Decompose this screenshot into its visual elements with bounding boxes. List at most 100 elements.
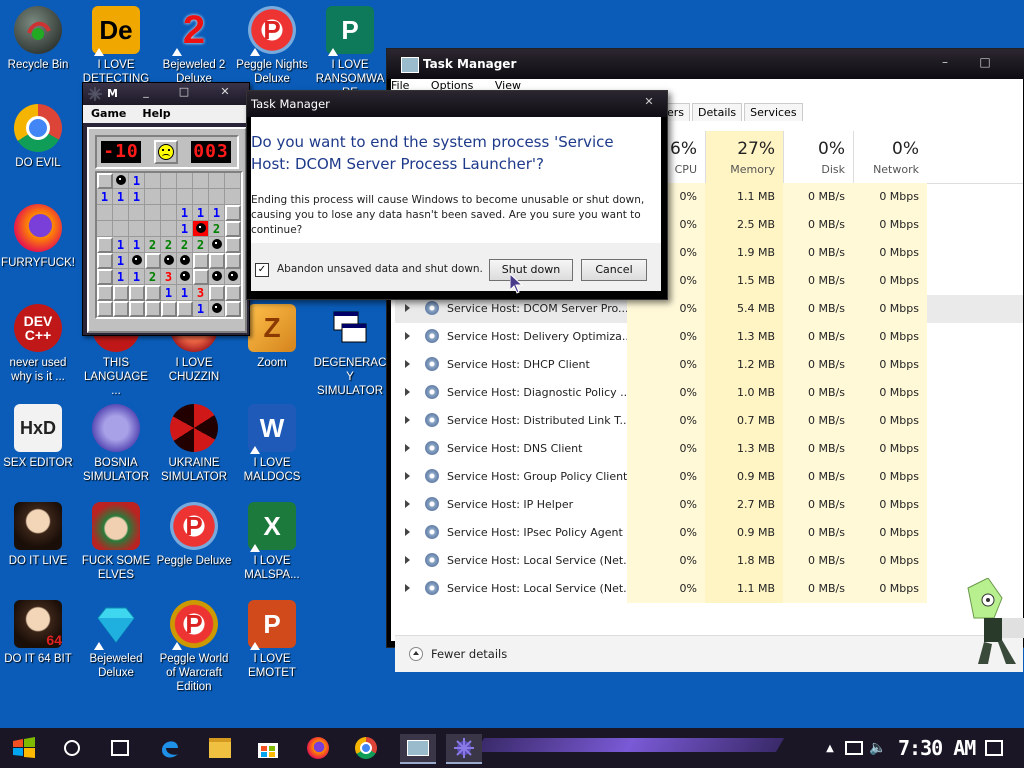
desktop-icon-do-it-64-bit[interactable]: 64 DO IT 64 BIT [0, 600, 76, 692]
desktop-icon-i-love-malspam[interactable]: X I LOVE MALSPA... [234, 502, 310, 594]
dialog-close-button[interactable]: ✕ [637, 95, 661, 111]
desktop-icon-i-love-maldocs[interactable]: W I LOVE MALDOCS [234, 404, 310, 496]
hidden-cell[interactable] [129, 285, 145, 301]
volume-tray-icon[interactable]: 🔈 [868, 734, 888, 762]
empty-cell[interactable] [225, 173, 241, 189]
empty-cell[interactable] [177, 189, 193, 205]
number-cell[interactable]: 1 [177, 285, 193, 301]
hidden-cell[interactable] [97, 253, 113, 269]
number-cell[interactable]: 2 [209, 221, 225, 237]
empty-cell[interactable] [129, 221, 145, 237]
desktop-icon-bejeweled-deluxe[interactable]: Bejeweled Deluxe [78, 600, 154, 692]
number-cell[interactable]: 1 [209, 205, 225, 221]
action-center-button[interactable] [980, 734, 1008, 762]
number-cell[interactable]: 1 [113, 253, 129, 269]
process-row[interactable]: Service Host: Diagnostic Policy ... 0% 1.0… [395, 379, 1023, 407]
taskbar-chrome[interactable] [352, 734, 380, 762]
taskbar-minesweeper[interactable] [446, 734, 482, 764]
task-manager-titlebar[interactable]: Task Manager – □ [387, 49, 1024, 79]
mine-cell[interactable] [177, 269, 193, 285]
empty-cell[interactable] [193, 189, 209, 205]
hidden-cell[interactable] [225, 253, 241, 269]
mine-cell[interactable] [129, 253, 145, 269]
number-cell[interactable]: 1 [177, 221, 193, 237]
desktop-icon-i-love-ransomware[interactable]: P I LOVE RANSOMWARE [312, 6, 388, 99]
number-cell[interactable]: 1 [113, 189, 129, 205]
taskbar-task-manager[interactable] [400, 734, 436, 764]
process-row[interactable]: Service Host: IP Helper 0% 2.7 MB 0 MB/s 0 M… [395, 491, 1023, 519]
desktop-icon-bosnia-simulator[interactable]: BOSNIA SIMULATOR [78, 404, 154, 496]
expand-arrow-icon[interactable] [405, 332, 410, 340]
expand-arrow-icon[interactable] [405, 528, 410, 536]
empty-cell[interactable] [113, 205, 129, 221]
empty-cell[interactable] [161, 221, 177, 237]
search-button[interactable] [58, 734, 86, 762]
number-cell[interactable]: 1 [129, 173, 145, 189]
task-view-button[interactable] [106, 734, 134, 762]
hidden-cell[interactable] [145, 301, 161, 317]
number-cell[interactable]: 1 [129, 237, 145, 253]
number-cell[interactable]: 1 [177, 205, 193, 221]
process-row[interactable]: Service Host: IPsec Policy Agent 0% 0.9 MB… [395, 519, 1023, 547]
empty-cell[interactable] [193, 173, 209, 189]
exploded-mine-cell[interactable] [193, 221, 209, 237]
mine-cell[interactable] [113, 173, 129, 189]
abandon-data-checkbox[interactable]: ✓ [255, 263, 269, 277]
process-row[interactable]: Service Host: Delivery Optimiza... 0% 1.3 … [395, 323, 1023, 351]
hidden-cell[interactable] [97, 269, 113, 285]
desktop-icon-peggle-deluxe[interactable]: P Peggle Deluxe [156, 502, 232, 594]
hidden-cell[interactable] [161, 301, 177, 317]
process-row[interactable]: Service Host: Distributed Link T... 0% 0.7… [395, 407, 1023, 435]
number-cell[interactable]: 2 [161, 237, 177, 253]
smiley-reset-button[interactable] [154, 140, 178, 164]
hidden-cell[interactable] [177, 301, 193, 317]
minesweeper-titlebar[interactable]: M _ □ ✕ [83, 83, 249, 105]
mine-cell[interactable] [177, 253, 193, 269]
process-row[interactable]: Service Host: DHCP Client 0% 1.2 MB 0 MB/s 0… [395, 351, 1023, 379]
hidden-cell[interactable] [209, 253, 225, 269]
number-cell[interactable]: 1 [97, 189, 113, 205]
cancel-button[interactable]: Cancel [581, 259, 647, 281]
expand-arrow-icon[interactable] [405, 360, 410, 368]
process-row[interactable]: Service Host: DNS Client 0% 1.3 MB 0 MB/s 0 … [395, 435, 1023, 463]
expand-arrow-icon[interactable] [405, 472, 410, 480]
number-cell[interactable]: 1 [193, 205, 209, 221]
hidden-cell[interactable] [97, 237, 113, 253]
menu-help[interactable]: Help [134, 105, 178, 123]
hidden-cell[interactable] [225, 285, 241, 301]
empty-cell[interactable] [161, 189, 177, 205]
empty-cell[interactable] [97, 221, 113, 237]
desktop-icon-do-it-live[interactable]: DO IT LIVE [0, 502, 76, 594]
empty-cell[interactable] [113, 221, 129, 237]
start-button[interactable] [10, 734, 38, 762]
expand-arrow-icon[interactable] [405, 304, 410, 312]
fewer-details-link[interactable]: Fewer details [431, 647, 507, 661]
empty-cell[interactable] [145, 205, 161, 221]
minimize-button[interactable]: – [927, 55, 963, 71]
hidden-cell[interactable] [193, 269, 209, 285]
minimize-button[interactable]: _ [127, 85, 165, 101]
number-cell[interactable]: 3 [161, 269, 177, 285]
taskbar-file-explorer[interactable] [206, 734, 234, 762]
column-header-network[interactable]: 0% Network [853, 131, 927, 183]
number-cell[interactable]: 1 [129, 189, 145, 205]
hidden-cell[interactable] [97, 285, 113, 301]
desktop-icon-degeneracy-simulator[interactable]: DEGENERACY SIMULATOR [312, 304, 388, 397]
desktop-icon-sex-editor[interactable]: HxD SEX EDITOR [0, 404, 76, 496]
number-cell[interactable]: 1 [193, 301, 209, 317]
empty-cell[interactable] [129, 205, 145, 221]
empty-cell[interactable] [209, 173, 225, 189]
taskbar-edge[interactable] [156, 734, 184, 762]
empty-cell[interactable] [145, 221, 161, 237]
process-row[interactable]: Service Host: Local Service (Net... 0% 1.8… [395, 547, 1023, 575]
number-cell[interactable]: 2 [177, 237, 193, 253]
desktop-icon-ukraine-simulator[interactable]: UKRAINE SIMULATOR [156, 404, 232, 496]
mine-cell[interactable] [209, 269, 225, 285]
expand-arrow-icon[interactable] [405, 444, 410, 452]
empty-cell[interactable] [145, 173, 161, 189]
mine-cell[interactable] [209, 237, 225, 253]
hidden-cell[interactable] [225, 237, 241, 253]
empty-cell[interactable] [177, 173, 193, 189]
empty-cell[interactable] [161, 173, 177, 189]
mine-cell[interactable] [161, 253, 177, 269]
